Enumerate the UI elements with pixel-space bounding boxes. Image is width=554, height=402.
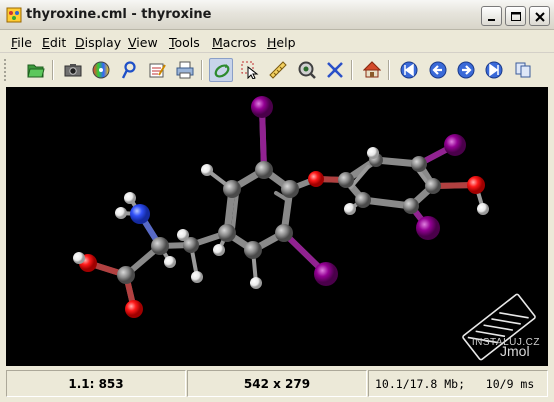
hydrogen-atom xyxy=(201,164,213,176)
render-time: 10/9 ms xyxy=(485,376,535,391)
menu-help[interactable]: Help xyxy=(267,35,296,50)
memory-usage: 10.1/17.8 Mb; xyxy=(375,376,466,391)
close-button[interactable] xyxy=(529,6,550,26)
rotate-button[interactable] xyxy=(209,58,233,82)
hydrogen-atom xyxy=(73,252,85,264)
carbon-atom xyxy=(425,178,441,194)
pov-button[interactable] xyxy=(117,58,141,82)
toolbar xyxy=(0,54,554,86)
watermark: INSTALUJ.CZ xyxy=(471,337,540,348)
script-editor-button[interactable] xyxy=(145,58,169,82)
title-bar[interactable]: thyroxine.cml - thyroxine xyxy=(0,0,554,30)
menu-file[interactable]: File xyxy=(11,35,32,50)
toolbar-separator xyxy=(52,60,54,80)
previous-frame-icon xyxy=(429,61,447,79)
hydrogen-atom xyxy=(477,203,489,215)
pick-center-icon xyxy=(298,61,316,79)
iodine-atom xyxy=(416,216,440,240)
hydrogen-atom xyxy=(124,192,136,204)
toolbar-separator xyxy=(351,60,353,80)
carbon-atom xyxy=(255,161,273,179)
hydrogen-atom xyxy=(164,256,176,268)
carbon-atom xyxy=(244,241,262,259)
menu-edit[interactable]: Edit xyxy=(42,35,66,50)
pick-center-button[interactable] xyxy=(295,58,319,82)
export-button[interactable] xyxy=(89,58,113,82)
first-frame-icon xyxy=(400,61,418,79)
next-frame-button[interactable] xyxy=(454,58,478,82)
iodine-atom xyxy=(314,262,338,286)
hydrogen-atom xyxy=(177,229,189,241)
status-atom-info: 1.1: 853 xyxy=(6,370,186,397)
open-folder-icon xyxy=(27,64,45,78)
hydrogen-atom xyxy=(367,147,379,159)
carbon-atom xyxy=(338,172,354,188)
maximize-button[interactable] xyxy=(505,6,526,26)
next-frame-icon xyxy=(457,61,475,79)
oxygen-atom xyxy=(467,176,485,194)
screenshot-camera-icon xyxy=(64,64,82,77)
carbon-atom xyxy=(117,266,135,284)
home-icon xyxy=(363,61,381,78)
home-button[interactable] xyxy=(360,58,384,82)
previous-frame-button[interactable] xyxy=(426,58,450,82)
select-button[interactable] xyxy=(238,58,262,82)
label-atoms-icon xyxy=(327,62,343,78)
maximize-icon xyxy=(511,12,521,21)
carbon-atom xyxy=(223,180,241,198)
carbon-atom xyxy=(403,198,419,214)
script-editor-icon xyxy=(149,63,166,78)
menu-macros[interactable]: Macros xyxy=(212,35,256,50)
hydrogen-atom xyxy=(115,207,127,219)
jmol-logo: Jmol xyxy=(462,293,536,361)
carbon-atom xyxy=(281,180,299,198)
carbon-atom xyxy=(275,224,293,242)
toolbar-separator xyxy=(388,60,390,80)
measure-button[interactable] xyxy=(266,58,290,82)
label-atoms-button[interactable] xyxy=(323,58,347,82)
carbon-atom xyxy=(355,192,371,208)
hydrogen-atom xyxy=(191,271,203,283)
cd-export-icon xyxy=(92,61,110,79)
copy-button[interactable] xyxy=(511,58,535,82)
window-title: thyroxine.cml - thyroxine xyxy=(26,7,212,22)
menu-display[interactable]: Display xyxy=(75,35,121,50)
toolbar-separator xyxy=(201,60,203,80)
carbon-atom xyxy=(411,156,427,172)
iodine-atom xyxy=(251,96,273,118)
menu-tools[interactable]: Tools xyxy=(169,35,200,50)
menu-view[interactable]: View xyxy=(128,35,158,50)
measure-ruler-icon xyxy=(269,61,287,79)
oxygen-atom xyxy=(308,171,324,187)
carbon-atom xyxy=(218,224,236,242)
hydrogen-atom xyxy=(250,277,262,289)
hydrogen-atom xyxy=(344,203,356,215)
last-frame-icon xyxy=(485,61,503,79)
last-frame-button[interactable] xyxy=(482,58,506,82)
oxygen-atom xyxy=(125,300,143,318)
pov-render-icon xyxy=(121,61,136,79)
molecule-viewport[interactable]: Jmol INSTALUJ.CZ xyxy=(6,87,548,366)
select-icon xyxy=(241,61,259,79)
first-frame-button[interactable] xyxy=(397,58,421,82)
status-bar: 1.1: 853 542 x 279 10.1/17.8 Mb; 10/9 ms xyxy=(0,367,554,402)
iodine-atom xyxy=(444,134,466,156)
print-button[interactable] xyxy=(173,58,197,82)
open-button[interactable] xyxy=(24,58,48,82)
nitrogen-atom xyxy=(130,204,150,224)
carbon-atom xyxy=(151,237,169,255)
jmol-app-icon xyxy=(6,7,22,23)
copy-icon xyxy=(515,62,531,78)
close-icon xyxy=(535,12,545,22)
rotate-icon xyxy=(214,64,230,78)
print-icon xyxy=(176,61,194,79)
toolbar-grip[interactable] xyxy=(3,58,7,82)
screenshot-button[interactable] xyxy=(61,58,85,82)
status-memory: 10.1/17.8 Mb; 10/9 ms xyxy=(368,370,548,397)
minimize-button[interactable] xyxy=(481,6,502,26)
status-dimensions: 542 x 279 xyxy=(187,370,367,397)
menu-bar: File Edit Display View Tools Macros Help xyxy=(0,31,554,53)
hydrogen-atom xyxy=(213,244,225,256)
minimize-icon xyxy=(488,19,495,21)
